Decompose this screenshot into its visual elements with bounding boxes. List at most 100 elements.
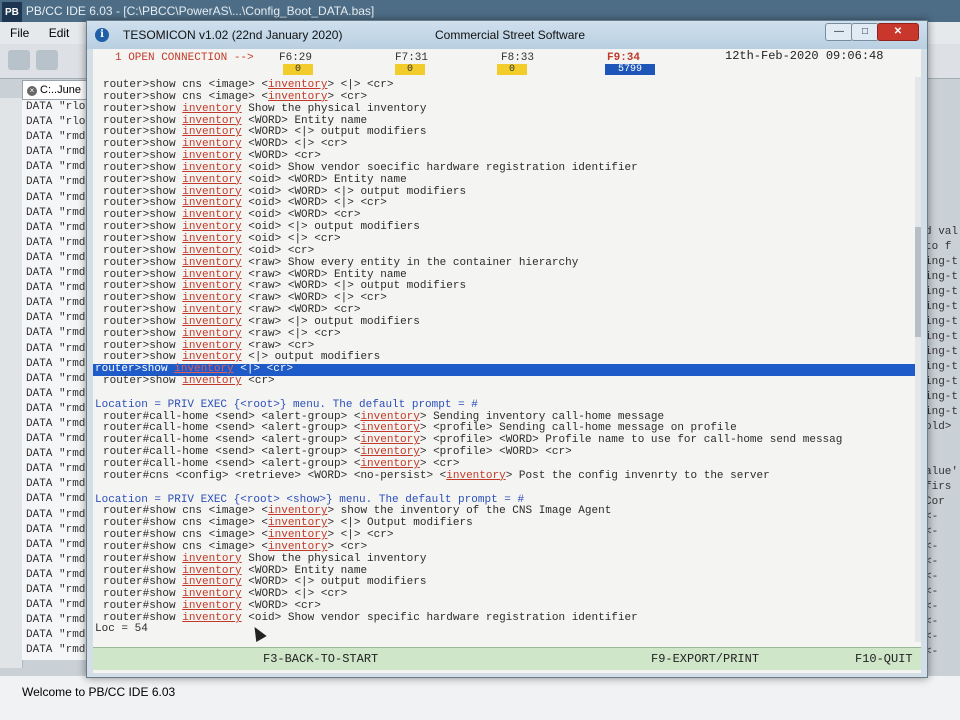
new-file-icon[interactable] — [8, 50, 30, 70]
keyword-highlight: inventory — [182, 292, 242, 305]
command-prefix: router>show — [103, 209, 183, 222]
command-prefix: router#call-home <send> <alert-group> < — [103, 446, 361, 459]
command-suffix: > <profile> Sending call-home message on… — [419, 422, 737, 435]
command-line: router>show inventory <cr> — [93, 375, 915, 388]
menu-edit[interactable]: Edit — [49, 26, 70, 40]
command-prefix: router#call-home <send> <alert-group> < — [103, 422, 361, 435]
command-prefix: router>show — [95, 363, 175, 376]
code-line-fragment — [925, 435, 960, 450]
keyword-highlight: inventory — [182, 126, 242, 139]
command-suffix: <WORD> <cr> — [241, 150, 321, 163]
f7-key[interactable]: F7:31 — [395, 52, 428, 64]
keyword-highlight: inventory — [182, 600, 242, 613]
command-prefix: router#call-home <send> <alert-group> < — [103, 410, 361, 423]
keyword-highlight: inventory — [182, 327, 242, 340]
code-line-fragment: ing-t — [925, 346, 959, 358]
command-suffix: > <|> <cr> — [327, 79, 394, 91]
keyword-highlight: inventory — [182, 102, 242, 115]
command-suffix: <WORD> <|> <cr> — [241, 138, 348, 151]
command-suffix: <raw> <|> output modifiers — [241, 315, 420, 328]
keyword-highlight: inventory — [182, 576, 242, 589]
keyword-highlight: inventory — [268, 505, 328, 518]
keyword-highlight: inventory — [182, 244, 242, 257]
vertical-scrollbar[interactable] — [915, 77, 921, 642]
back-to-start-button[interactable]: F3-BACK-TO-START — [263, 648, 378, 670]
command-suffix: <oid> <|> output modifiers — [241, 221, 420, 234]
code-line-fragment: <- — [925, 526, 939, 538]
ide-status-message: Welcome to PB/CC IDE 6.03 — [22, 685, 176, 699]
keyword-highlight: inventory — [182, 232, 242, 245]
f9-key[interactable]: F9:34 — [607, 52, 640, 64]
keyword-highlight: inventory — [182, 588, 242, 601]
command-suffix: <|> output modifiers — [241, 351, 381, 364]
command-suffix: <WORD> Entity name — [241, 114, 368, 127]
command-prefix: router>show — [103, 197, 183, 210]
keyword-highlight: inventory — [182, 564, 242, 577]
terminal-area[interactable]: 1 OPEN CONNECTION --> F6:29 0 F7:31 0 F8… — [93, 49, 921, 673]
command-suffix: <WORD> Entity name — [241, 564, 368, 577]
code-line-fragment: ing-t — [925, 406, 959, 418]
tab-label: C:..June — [40, 84, 81, 96]
command-suffix: <oid> <cr> — [241, 244, 315, 257]
keyword-highlight: inventory — [182, 185, 242, 198]
code-line-fragment: <- — [925, 556, 939, 568]
maximize-button[interactable]: □ — [851, 23, 879, 41]
keyword-highlight: inventory — [182, 114, 242, 127]
code-line-fragment: <- — [925, 631, 939, 643]
code-line-fragment: to f — [925, 241, 952, 253]
command-suffix: <raw> <WORD> Entity name — [241, 268, 407, 281]
menu-file[interactable]: File — [10, 26, 29, 40]
open-folder-icon[interactable] — [36, 50, 58, 70]
tab-source-file[interactable]: × C:..June — [22, 80, 92, 100]
company-name: Commercial Street Software — [435, 28, 586, 42]
keyword-highlight: inventory — [360, 422, 420, 435]
keyword-highlight: inventory — [182, 611, 242, 624]
keyword-highlight: inventory — [182, 138, 242, 151]
command-prefix: router>show — [103, 173, 183, 186]
ide-code-right-overflow: d val to f ing-t ing-t ing-t ing-t ing-t ing-t i… — [925, 225, 960, 660]
command-prefix: router>show — [103, 126, 183, 139]
info-icon[interactable]: i — [95, 28, 109, 42]
close-button[interactable]: ✕ — [877, 23, 919, 41]
code-line-fragment: ing-t — [925, 361, 959, 373]
close-tab-icon[interactable]: × — [27, 86, 37, 96]
f7-count-badge: 0 — [395, 64, 425, 75]
command-suffix: <oid> <WORD> <|> output modifiers — [241, 185, 467, 198]
code-line-fragment: Cor — [925, 496, 945, 508]
command-line: router#show inventory <oid> Show vendor … — [93, 611, 915, 625]
minimize-button[interactable]: — — [825, 23, 853, 41]
command-prefix: router>show — [103, 304, 183, 317]
export-print-button[interactable]: F9-EXPORT/PRINT — [651, 648, 759, 670]
command-prefix: router#show cns <image> < — [103, 529, 269, 542]
quit-button[interactable]: F10-QUIT — [855, 648, 913, 670]
keyword-highlight: inventory — [268, 90, 328, 103]
command-prefix: router#show — [103, 576, 183, 589]
window-title-bar[interactable]: i TESOMICON v1.02 (22nd January 2020) Co… — [87, 21, 927, 49]
keyword-highlight: inventory — [174, 363, 234, 376]
keyword-highlight: inventory — [182, 173, 242, 186]
command-prefix: router>show — [103, 185, 183, 198]
keyword-highlight: inventory — [182, 339, 242, 352]
command-prefix: router>show — [103, 102, 183, 115]
code-line-fragment — [925, 450, 960, 465]
output-lines: router>show cns <image> <inventory> <|> … — [93, 79, 915, 625]
command-prefix: router#show — [103, 552, 183, 565]
command-prefix: router#show cns <image> < — [103, 517, 269, 530]
f6-key[interactable]: F6:29 — [279, 52, 312, 64]
command-prefix: router>show — [103, 351, 183, 364]
code-line-fragment: ing-t — [925, 256, 959, 268]
code-line-fragment: alue' — [925, 466, 959, 478]
command-suffix: <oid> Show vendor specific hardware regi… — [241, 611, 638, 624]
keyword-highlight: inventory — [360, 434, 420, 447]
command-suffix: Show the physical inventory — [241, 102, 427, 115]
scrollbar-thumb[interactable] — [915, 227, 921, 337]
command-suffix: > <|> Output modifiers — [327, 517, 473, 530]
command-suffix: <WORD> <|> output modifiers — [241, 126, 427, 139]
f8-key[interactable]: F8:33 — [501, 52, 534, 64]
code-line-fragment: ing-t — [925, 301, 959, 313]
ide-title: PB/CC IDE 6.03 - [C:\PBCC\PowerAS\...\Co… — [25, 4, 375, 18]
code-line-fragment: d val — [925, 226, 959, 238]
pb-logo-icon: PB — [2, 2, 22, 24]
